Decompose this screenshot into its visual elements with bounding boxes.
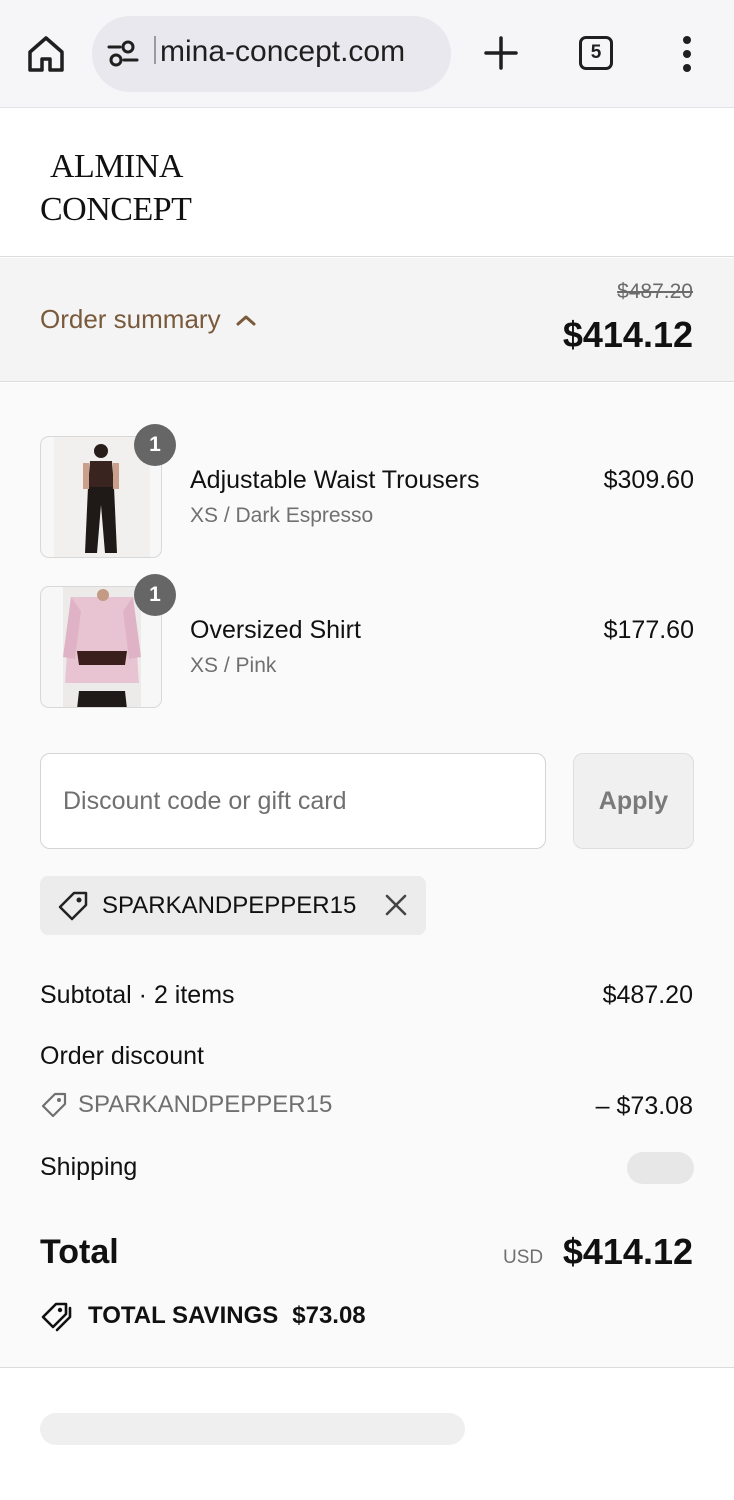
tags-icon	[41, 1302, 72, 1332]
quantity-badge: 1	[134, 424, 176, 466]
applied-discount-code: SPARKANDPEPPER15	[102, 891, 357, 919]
line-item: 1 Oversized Shirt XS / Pink $177.60	[40, 574, 694, 708]
new-tab-icon[interactable]	[478, 30, 524, 76]
order-discount-label: Order discount	[40, 1042, 204, 1070]
line-item: 1 Adjustable Waist Trousers XS / Dark Es…	[40, 424, 694, 558]
tag-icon	[58, 891, 88, 920]
tab-switcher-button[interactable]: 5	[579, 36, 613, 70]
item-price: $177.60	[603, 616, 694, 644]
order-summary-bar: Order summary $487.20 $414.12	[0, 258, 734, 382]
total-amount: $414.12	[562, 1231, 693, 1272]
applied-discount-chip: SPARKANDPEPPER15	[40, 876, 426, 935]
order-summary-toggle[interactable]: Order summary	[40, 304, 257, 335]
browser-toolbar: mina-concept.com 5	[0, 0, 734, 108]
store-header: ALMINA CONCEPT	[0, 109, 734, 257]
chevron-up-icon	[236, 315, 256, 325]
order-summary-label: Order summary	[40, 304, 221, 334]
item-price: $309.60	[603, 466, 694, 494]
item-title: Adjustable Waist Trousers	[190, 466, 480, 494]
apply-discount-button[interactable]: Apply	[573, 753, 694, 849]
home-icon[interactable]	[22, 30, 70, 78]
original-price: $487.20	[617, 280, 693, 303]
subtotal-value: $487.20	[602, 981, 693, 1009]
item-title: Oversized Shirt	[190, 616, 361, 644]
discount-value: – $73.08	[595, 1092, 693, 1120]
order-summary-panel: 1 Adjustable Waist Trousers XS / Dark Es…	[0, 383, 734, 1368]
discount-code-row: SPARKANDPEPPER15	[40, 1091, 332, 1119]
logo-line-2: CONCEPT	[40, 191, 192, 228]
url-text: mina-concept.com	[154, 35, 405, 69]
shipping-label: Shipping	[40, 1153, 138, 1181]
item-variant: XS / Dark Espresso	[190, 504, 374, 527]
item-variant: XS / Pink	[190, 654, 277, 677]
savings-label: TOTAL SAVINGS	[88, 1302, 279, 1329]
quantity-badge: 1	[134, 574, 176, 616]
discount-code-input[interactable]	[40, 753, 546, 849]
tag-icon	[41, 1092, 67, 1118]
total-savings-row: TOTAL SAVINGS $73.08	[40, 1299, 366, 1333]
store-logo[interactable]: ALMINA CONCEPT	[40, 145, 192, 231]
savings-value: $73.08	[292, 1302, 366, 1329]
summary-total-price: $414.12	[562, 314, 693, 355]
currency-code: USD	[503, 1247, 544, 1268]
total-label: Total	[40, 1233, 119, 1271]
logo-line-1: ALMINA	[50, 148, 183, 185]
remove-discount-icon[interactable]	[384, 893, 408, 917]
shipping-loading-placeholder	[627, 1152, 694, 1184]
address-bar[interactable]: mina-concept.com	[92, 16, 451, 92]
subtotal-label: Subtotal · 2 items	[40, 981, 235, 1009]
loading-placeholder	[40, 1413, 465, 1445]
more-options-icon[interactable]	[670, 30, 704, 78]
site-settings-icon[interactable]	[106, 38, 140, 70]
discount-code-text: SPARKANDPEPPER15	[78, 1091, 333, 1118]
